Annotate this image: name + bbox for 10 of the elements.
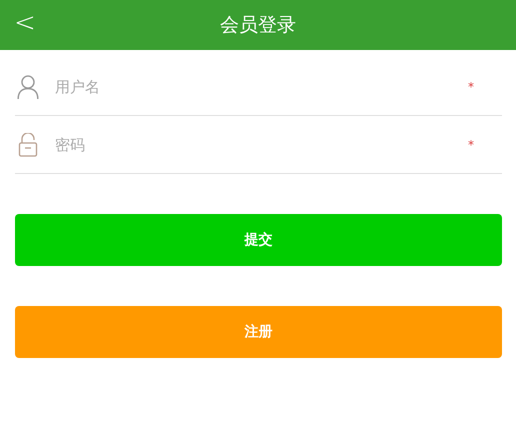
user-icon — [17, 74, 39, 98]
input-field[interactable]: 密码 — [55, 130, 468, 160]
page-title: 会员登录 — [220, 13, 296, 38]
lock-icon — [17, 132, 39, 156]
required-mark: * — [468, 138, 474, 152]
required-mark: * — [468, 80, 474, 94]
action-button[interactable]: 注册 — [15, 306, 502, 358]
action-button[interactable]: 提交 — [15, 214, 502, 266]
input-field[interactable]: 用户名 — [55, 72, 468, 102]
back-button[interactable]: < — [10, 8, 40, 38]
